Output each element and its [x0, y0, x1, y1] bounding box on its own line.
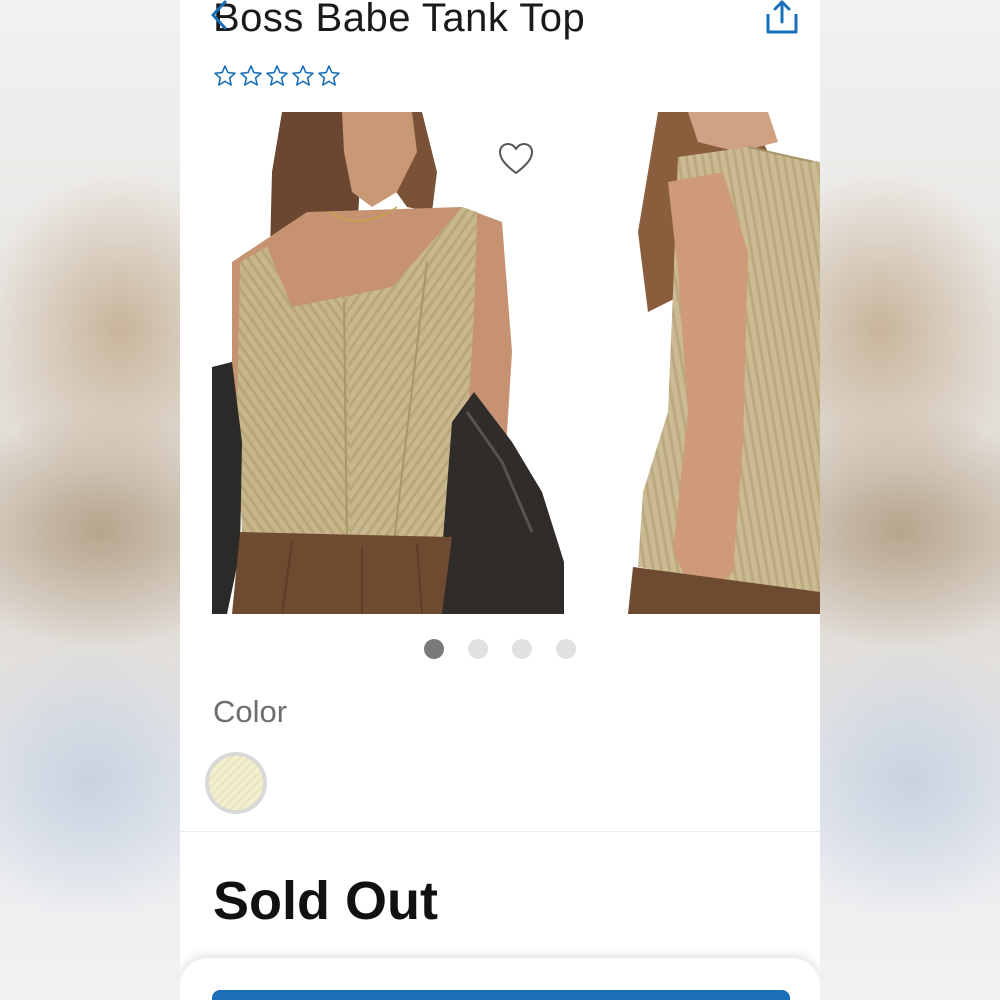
carousel-dot-3[interactable] [512, 639, 532, 659]
heart-outline-icon [499, 143, 533, 174]
blurred-background-right [820, 0, 1000, 1000]
sold-out-status: Sold Out [213, 871, 438, 931]
carousel-dot-1[interactable] [424, 639, 444, 659]
color-swatch-selected[interactable] [205, 752, 267, 814]
product-screen: Boss Babe Tank Top Color Sold Out [180, 0, 820, 1000]
section-divider [180, 831, 820, 832]
share-icon [766, 0, 798, 34]
share-button[interactable] [762, 0, 802, 36]
product-title: Boss Babe Tank Top [213, 0, 586, 40]
carousel-dot-4[interactable] [556, 639, 576, 659]
primary-action-button[interactable] [212, 990, 790, 1000]
bottom-action-sheet [180, 958, 820, 1000]
product-photo-side-image [628, 112, 820, 614]
blurred-background-left [0, 0, 180, 1000]
color-label: Color [213, 694, 288, 729]
star-icon [266, 65, 288, 86]
star-icon [214, 65, 236, 86]
product-photo-front[interactable] [212, 112, 566, 614]
product-photo-front-image [212, 112, 564, 614]
star-icon [292, 65, 314, 86]
star-icon [240, 65, 262, 86]
rating-stars[interactable] [213, 64, 341, 88]
star-icon [318, 65, 340, 86]
carousel-pagination [424, 639, 576, 659]
product-photo-side[interactable] [628, 112, 820, 614]
favorite-button[interactable] [498, 142, 534, 176]
chevron-left-icon [211, 0, 227, 30]
back-button[interactable] [208, 0, 232, 30]
carousel-dot-2[interactable] [468, 639, 488, 659]
product-image-carousel[interactable] [180, 112, 820, 614]
